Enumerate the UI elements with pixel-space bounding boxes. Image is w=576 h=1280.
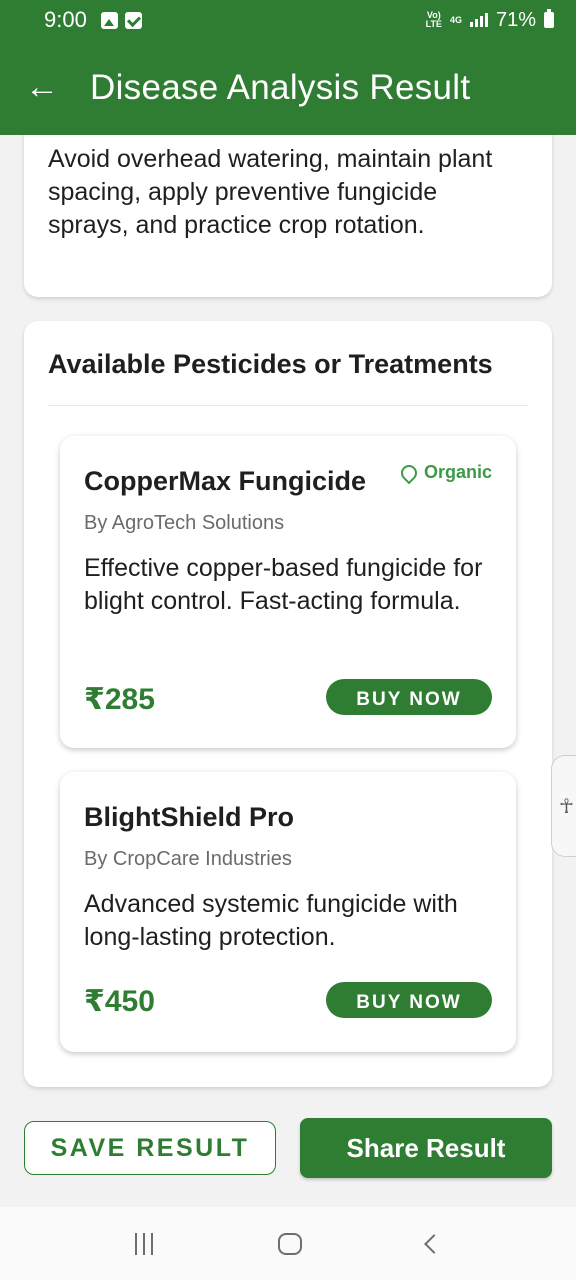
signal-icon [469,13,488,27]
image-icon [100,11,118,29]
app-bar: ← Disease Analysis Result [0,40,576,135]
product-price: ₹450 [84,985,155,1018]
accessibility-button[interactable]: ☥ [551,755,576,857]
navigation-bar [0,1207,576,1280]
leaf-icon [397,461,421,484]
scroll-content[interactable]: Avoid overhead watering, maintain plant … [0,135,576,1207]
product-vendor: By AgroTech Solutions [84,512,285,534]
status-right: Vo) LTE 4G 71% [426,9,554,32]
product-vendor: By CropCare Industries [84,848,292,870]
network-gen-indicator: 4G [449,14,462,25]
product-card: BlightShield Pro By CropCare Industries … [60,772,516,1052]
accessibility-icon: ☥ [559,795,574,818]
product-description: Effective copper-based fungicide for bli… [84,554,483,615]
divider [48,405,528,406]
page-title: Disease Analysis Result [90,67,471,107]
share-result-button[interactable]: Share Result [300,1118,552,1178]
product-name: CopperMax Fungicide [84,466,367,496]
status-time: 9:00 [44,7,87,32]
buy-now-button[interactable]: BUY NOW [326,982,492,1018]
buy-now-button[interactable]: BUY NOW [326,679,492,715]
save-result-button[interactable]: SAVE RESULT [24,1121,276,1175]
product-card: CopperMax Fungicide Organic By AgroTech … [60,436,516,748]
treatments-title: Available Pesticides or Treatments [48,349,493,379]
home-icon[interactable] [277,1232,302,1255]
check-icon [124,11,142,29]
product-name: BlightShield Pro [84,802,295,832]
organic-badge: Organic [397,461,492,484]
battery-percent: 71% [495,8,536,31]
prevention-card: Avoid overhead watering, maintain plant … [24,135,552,297]
treatments-card: Available Pesticides or Treatments Coppe… [24,321,552,1087]
prevention-text: Avoid overhead watering, maintain plant … [48,145,493,239]
recent-apps-icon[interactable] [134,1232,153,1255]
back-icon[interactable] [424,1233,445,1254]
battery-icon [544,9,554,28]
organic-label: Organic [423,462,492,482]
product-description: Advanced systemic fungicide with long-la… [84,890,458,951]
arrow-left-icon: ← [25,68,59,106]
status-bar: 9:00 Vo) LTE 4G 71% [0,0,576,40]
volte-indicator: Vo) LTE [425,10,442,29]
product-price: ₹285 [84,683,155,716]
back-button[interactable]: ← [0,40,84,135]
